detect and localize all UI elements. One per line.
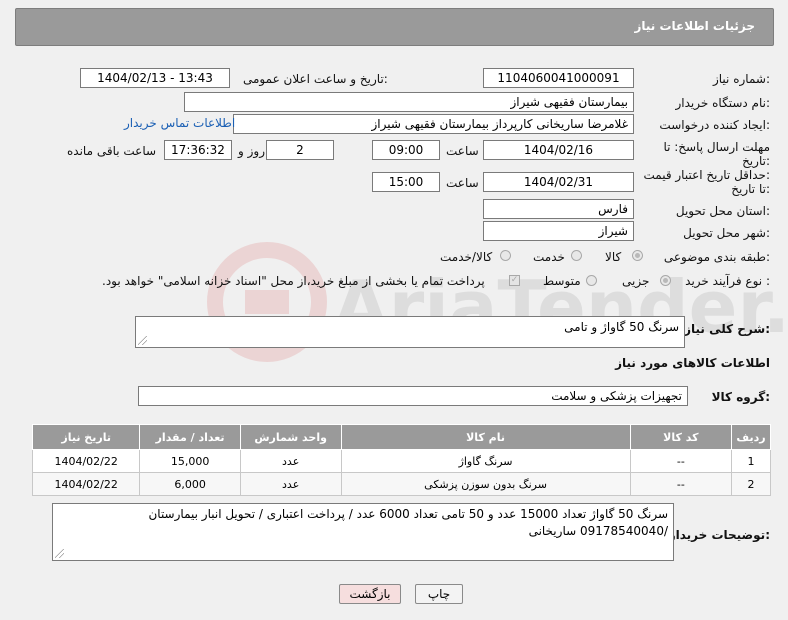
buyer-org-field: بیمارستان فقیهی شیراز [184,92,634,112]
items-table: ردیف کد کالا نام کالا واحد شمارش تعداد /… [31,424,771,496]
back-button[interactable]: بازگشت [339,584,401,604]
col-item-code: کد کالا [629,424,733,450]
col-unit: واحد شمارش [239,424,342,450]
buyer-org-label: نام دستگاه خریدار: [675,96,771,110]
buyer-contact-link[interactable]: اطلاعات تماس خریدار [124,116,235,130]
cell-need-date: 1404/02/22 [31,449,141,473]
category-option-goods: کالا [605,250,622,264]
category-radio-service[interactable] [571,250,582,261]
validity-label-date: تا تاریخ: [731,182,770,196]
print-button[interactable]: چاپ [415,584,463,604]
deadline-label-date: تاریخ: [742,154,770,168]
table-header-row: ردیف کد کالا نام کالا واحد شمارش تعداد /… [31,424,771,450]
cell-item-name: سرنگ بدون سوزن پزشکی [340,472,631,496]
validity-date-field: 1404/02/31 [483,172,634,192]
table-row: 1 -- سرنگ گاواژ عدد 15,000 1404/02/22 [31,449,771,473]
summary-label: شرح کلی نیاز: [684,322,770,336]
city-label: شهر محل تحویل: [683,226,770,240]
cell-item-name: سرنگ گاواژ [340,449,631,473]
purchase-option-minor: جزیی [622,274,650,288]
announce-date-field: 1404/02/13 - 13:43 [80,68,230,88]
buyer-notes-textarea[interactable]: سرنگ 50 گاواژ تعداد 15000 عدد و 50 تامی … [52,503,674,561]
deadline-label: مهلت ارسال پاسخ: تا [663,140,770,154]
need-number-label: شماره نیاز: [712,72,770,86]
summary-textarea[interactable]: سرنگ 50 گاواژ و تامی [135,316,685,348]
group-label: گروه کالا: [711,390,770,404]
city-field: شیراز [483,221,634,241]
resize-grip-icon[interactable] [138,336,147,345]
category-option-goods-service: کالا/خدمت [440,250,493,264]
payment-note: پرداخت تمام یا بخشی از مبلغ خرید،از محل … [102,274,485,288]
announce-date-label: تاریخ و ساعت اعلان عمومی: [243,72,388,86]
cell-quantity: 15,000 [139,449,241,473]
cell-item-code: -- [629,449,733,473]
col-quantity: تعداد / مقدار [139,424,241,450]
validity-label: حداقل تاریخ اعتبار قیمت: [643,168,770,182]
table-row: 2 -- سرنگ بدون سوزن پزشکی عدد 6,000 1404… [31,472,771,496]
cell-quantity: 6,000 [139,472,241,496]
items-heading: اطلاعات کالاهای مورد نیاز [615,356,770,370]
province-label: استان محل تحویل: [675,204,770,218]
province-field: فارس [483,199,634,219]
deadline-time-field: 09:00 [372,140,440,160]
cell-row-number: 2 [731,472,771,496]
deadline-date-field: 1404/02/16 [483,140,634,160]
validity-time-label: ساعت [446,176,479,190]
group-field: تجهیزات پزشکی و سلامت [138,386,688,406]
page-title: جزئیات اطلاعات نیاز [634,19,755,33]
purchase-radio-medium[interactable] [586,275,597,286]
cell-unit: عدد [239,449,342,473]
cell-unit: عدد [239,472,342,496]
remaining-time-field: 17:36:32 [164,140,232,160]
requester-field: غلامرضا ساریخانی کارپرداز بیمارستان فقیه… [233,114,634,134]
details-header: جزئیات اطلاعات نیاز [15,8,774,46]
remaining-time-label: ساعت باقی مانده [67,144,157,158]
days-label: روز و [238,144,265,158]
col-row-number: ردیف [731,424,771,450]
treasury-checkbox[interactable]: ✓ [509,275,520,286]
purchase-option-medium: متوسط [543,274,581,288]
buyer-notes-text: سرنگ 50 گاواژ تعداد 15000 عدد و 50 تامی … [148,507,668,538]
col-item-name: نام کالا [340,424,631,450]
category-radio-goods[interactable] [632,250,643,261]
resize-grip-icon[interactable] [55,549,64,558]
cell-need-date: 1404/02/22 [31,472,141,496]
category-label: طبقه بندی موضوعی: [663,250,770,264]
summary-text: سرنگ 50 گاواژ و تامی [564,320,679,334]
cell-item-code: -- [629,472,733,496]
purchase-radio-minor[interactable] [660,275,671,286]
category-radio-goods-service[interactable] [500,250,511,261]
category-option-service: خدمت [533,250,565,264]
cell-row-number: 1 [731,449,771,473]
deadline-time-label: ساعت [446,144,479,158]
purchase-type-label: نوع فرآیند خرید : [685,274,770,288]
need-number-field: 1104060041000091 [483,68,634,88]
col-need-date: تاریخ نیاز [31,424,141,450]
requester-label: ایجاد کننده درخواست: [659,118,770,132]
buyer-notes-label: توضیحات خریدار: [668,528,770,542]
validity-time-field: 15:00 [372,172,440,192]
days-remaining-field: 2 [266,140,334,160]
